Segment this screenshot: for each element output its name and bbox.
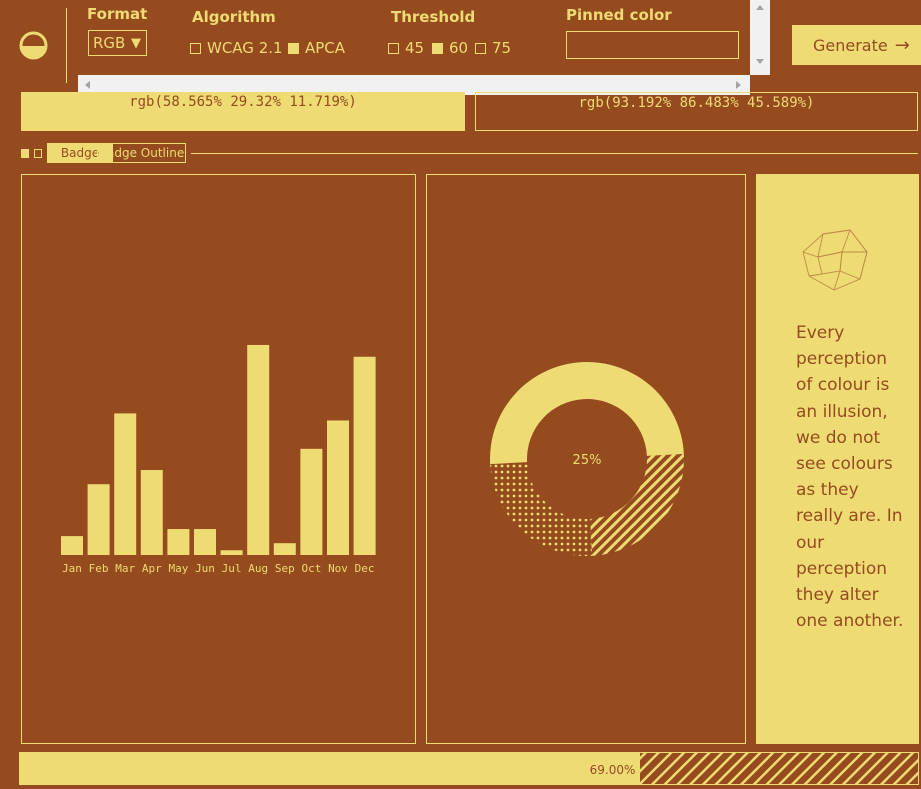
secondary-color-readout: rgb(93.192% 86.483% 45.589%) <box>475 92 918 131</box>
toolbar: Format RGB ▼ Algorithm WCAG 2.1 APCA Thr… <box>0 0 921 96</box>
tick-label-jan: Jan <box>62 562 82 575</box>
quote-card: Every perception of colour is an illusio… <box>756 174 919 744</box>
format-label: Format <box>87 5 148 23</box>
donut-slice-striped <box>590 453 684 556</box>
outline-square-icon <box>34 149 42 158</box>
bar-jul <box>220 550 243 555</box>
bar-apr <box>140 470 163 555</box>
bar-may <box>167 529 190 555</box>
tick-label-dec: Dec <box>355 562 375 575</box>
bar-chart-panel: Jan Feb Mar Apr May Jun Jul Aug Sep Oct Nov Dec <box>21 174 416 744</box>
scroll-down-icon[interactable] <box>755 58 765 65</box>
algorithm-wcag-checkbox[interactable]: WCAG 2.1 <box>190 39 283 57</box>
toolbar-divider <box>66 8 67 83</box>
format-select[interactable]: RGB ▼ <box>88 30 147 56</box>
badge-row-divider <box>191 153 918 154</box>
bar-jan <box>61 536 83 555</box>
bar-mar <box>114 413 137 555</box>
generate-button[interactable]: Generate → <box>792 25 921 65</box>
bar-sep <box>273 543 296 555</box>
badge-row: Badge Badge Outline <box>21 143 918 164</box>
tick-label-jul: Jul <box>222 562 242 575</box>
bar-chart: Jan Feb Mar Apr May Jun Jul Aug Sep Oct Nov Dec <box>61 344 376 575</box>
vertical-scrollbar[interactable] <box>750 0 770 75</box>
scroll-left-icon[interactable] <box>84 80 91 90</box>
tick-label-feb: Feb <box>89 562 109 575</box>
tick-label-sep: Sep <box>275 562 295 575</box>
bar-dec <box>353 356 376 555</box>
donut-slice-solid <box>490 362 684 465</box>
checkbox-checked-icon <box>288 42 299 54</box>
algorithm-wcag-label: WCAG 2.1 <box>207 39 283 57</box>
scroll-right-icon[interactable] <box>735 80 742 90</box>
progress-bar: 69.00% <box>19 752 919 785</box>
threshold-60-label: 60 <box>449 39 469 57</box>
checkbox-icon <box>388 42 399 54</box>
algorithm-apca-label: APCA <box>305 39 346 57</box>
bar-aug <box>247 344 270 555</box>
tick-label-oct: Oct <box>301 562 321 575</box>
threshold-label: Threshold <box>391 8 476 26</box>
checkbox-icon <box>475 42 486 54</box>
donut-chart-panel: 25% <box>426 174 746 744</box>
threshold-45-label: 45 <box>405 39 425 57</box>
bar-oct <box>300 448 323 555</box>
tick-label-apr: Apr <box>142 562 162 575</box>
scroll-up-icon[interactable] <box>755 4 765 11</box>
filled-square-icon <box>21 149 29 158</box>
tick-label-nov: Nov <box>328 562 348 575</box>
primary-color-readout: rgb(58.565% 29.32% 11.719%) <box>21 92 465 131</box>
polyhedron-icon <box>802 229 868 291</box>
tick-label-aug: Aug <box>248 562 268 575</box>
badge-outline: Badge Outline <box>97 143 186 163</box>
progress-label: 69.00% <box>589 763 636 777</box>
bar-nov <box>327 420 349 555</box>
arrow-right-icon: → <box>894 34 910 56</box>
threshold-45-checkbox[interactable]: 45 <box>388 39 424 57</box>
threshold-75-label: 75 <box>492 39 512 57</box>
bar-jun <box>194 529 216 555</box>
pinned-color-label: Pinned color <box>566 6 672 24</box>
checkbox-icon <box>190 42 201 54</box>
algorithm-apca-checkbox[interactable]: APCA <box>288 39 345 57</box>
checkbox-checked-icon <box>432 42 443 54</box>
generate-button-label: Generate <box>813 35 888 55</box>
tick-label-jun: Jun <box>195 562 215 575</box>
progress-fill <box>20 753 640 784</box>
tick-label-may: May <box>168 562 188 575</box>
half-circle-logo-icon <box>19 31 48 60</box>
format-select-value: RGB <box>93 34 126 52</box>
caret-down-icon: ▼ <box>131 36 141 51</box>
donut-slice-dotted <box>490 462 593 556</box>
pinned-color-input[interactable] <box>566 31 739 59</box>
donut-center-label: 25% <box>573 453 602 468</box>
threshold-75-checkbox[interactable]: 75 <box>475 39 511 57</box>
donut-chart: 25% <box>490 362 684 556</box>
threshold-60-checkbox[interactable]: 60 <box>432 39 468 57</box>
algorithm-label: Algorithm <box>192 8 276 26</box>
quote-text: Every perception of colour is an illusio… <box>796 323 904 632</box>
bar-feb <box>87 484 110 555</box>
tick-label-mar: Mar <box>115 562 135 575</box>
